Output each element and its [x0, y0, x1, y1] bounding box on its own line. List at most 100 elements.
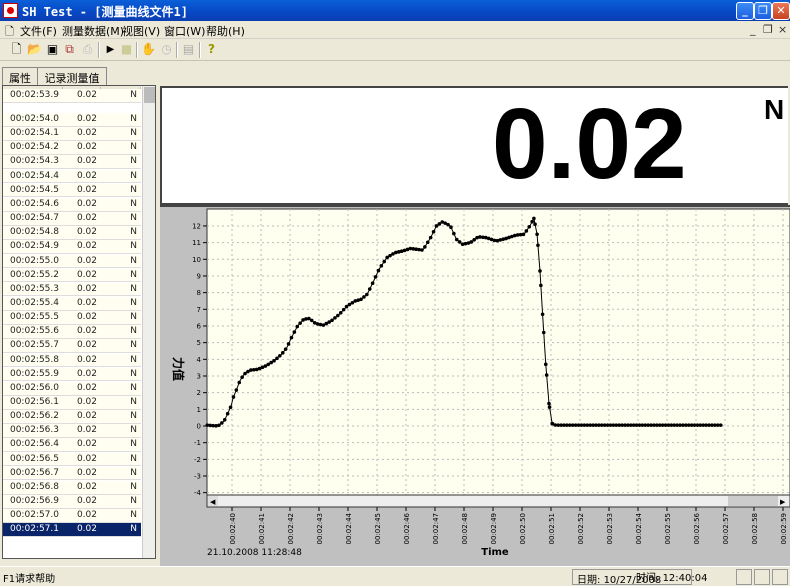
- cell-time: 00:02:54.7: [9, 213, 59, 224]
- table-row[interactable]: 00:02:56.4 0.02 N: [3, 438, 141, 453]
- save-icon[interactable]: ▣: [44, 41, 61, 58]
- measurement-table: 时间 力值 单位 00:02:53.90.02N00:02:54.00.02N0…: [2, 85, 156, 559]
- data-point: [283, 347, 288, 351]
- cell-time: 00:02:56.7: [9, 467, 59, 478]
- status-pane: [736, 569, 752, 585]
- table-row[interactable]: 00:02:54.3 0.02 N: [3, 155, 141, 170]
- table-row[interactable]: 00:02:56.7 0.02 N: [3, 466, 141, 481]
- table-row[interactable]: 00:02:55.9 0.02 N: [3, 367, 141, 382]
- table-row[interactable]: 00:02:55.2 0.02 N: [3, 268, 141, 283]
- scrollbar-thumb[interactable]: [728, 496, 778, 506]
- cell-unit: N: [130, 156, 137, 167]
- chart-horizontal-scrollbar[interactable]: [206, 494, 790, 508]
- cell-force: 0.02: [76, 227, 97, 238]
- table-row[interactable]: 00:02:57.1 0.02 N: [3, 523, 141, 538]
- table-row[interactable]: 00:02:56.9 0.02 N: [3, 495, 141, 509]
- data-point: [228, 405, 233, 410]
- data-point: [379, 264, 384, 268]
- y-tick-label: 2: [197, 389, 201, 397]
- mdi-minimize-button[interactable]: _: [750, 23, 756, 36]
- data-point: [524, 229, 529, 233]
- tab-recorded-values[interactable]: 记录测量值: [37, 67, 107, 85]
- help-icon[interactable]: ?: [203, 41, 220, 58]
- x-tick-label: 00:02:54: [635, 512, 643, 544]
- table-row[interactable]: 00:02:54.2 0.02 N: [3, 141, 141, 155]
- table-row[interactable]: 00:02:55.8 0.02 N: [3, 353, 141, 368]
- table-row[interactable]: 00:02:55.7 0.02 N: [3, 339, 141, 354]
- cell-unit: N: [130, 481, 137, 492]
- scrollbar-thumb[interactable]: [144, 87, 155, 103]
- data-point: [370, 281, 375, 286]
- mdi-restore-button[interactable]: ❐: [763, 23, 773, 36]
- table-row[interactable]: 00:02:53.9 0.02 N: [3, 89, 141, 103]
- table-row[interactable]: 00:02:56.8 0.02 N: [3, 480, 141, 495]
- cell-unit: N: [130, 114, 137, 124]
- copy-icon[interactable]: ⧉: [61, 41, 78, 58]
- table-row[interactable]: 00:02:56.3 0.02 N: [3, 424, 141, 438]
- play-icon[interactable]: ▶: [102, 41, 119, 58]
- table-row[interactable]: 00:02:54.6 0.02 N: [3, 197, 141, 212]
- menu-help[interactable]: 帮助(H): [206, 23, 245, 39]
- x-tick-label: 00:02:58: [751, 513, 759, 544]
- menu-window[interactable]: 窗口(W): [164, 23, 205, 39]
- data-point: [527, 224, 532, 229]
- table-row[interactable]: 00:02:54.1 0.02 N: [3, 127, 141, 141]
- table-row[interactable]: 00:02:56.1 0.02 N: [3, 396, 141, 410]
- menu-view[interactable]: 视图(V): [122, 23, 160, 39]
- menu-file[interactable]: 文件(F): [20, 23, 57, 39]
- data-point: [423, 245, 427, 249]
- toolbar: 🗋 📂 ▣ ⧉ ⎙ ▶ ■ ✋ ◷ ▤ ?: [0, 39, 790, 61]
- y-tick-label: -2: [194, 456, 201, 464]
- data-point: [240, 375, 244, 379]
- hand-icon[interactable]: ✋: [140, 41, 157, 58]
- x-tick-label: 00:02:47: [432, 513, 440, 544]
- data-point: [420, 248, 424, 252]
- data-point: [333, 316, 337, 320]
- data-point: [469, 240, 474, 244]
- table-row[interactable]: 00:02:54.4 0.02 N: [3, 169, 141, 184]
- window-title: SH Test - [测量曲线文件1]: [22, 5, 188, 19]
- table-row[interactable]: 00:02:55.0 0.02 N: [3, 254, 141, 269]
- clock-icon[interactable]: ◷: [158, 41, 175, 58]
- table-row[interactable]: 00:02:54.0 0.02 N: [3, 113, 141, 127]
- y-tick-label: 6: [197, 322, 202, 330]
- table-scrollbar[interactable]: [142, 86, 155, 558]
- new-file-icon[interactable]: 🗋: [8, 41, 25, 58]
- table-row[interactable]: 00:02:54.9 0.02 N: [3, 240, 141, 255]
- close-button[interactable]: ✕: [772, 2, 790, 20]
- app-icon[interactable]: [3, 3, 18, 18]
- table-row[interactable]: 00:02:54.8 0.02 N: [3, 226, 141, 240]
- table-row[interactable]: 00:02:55.4 0.02 N: [3, 296, 141, 311]
- data-point: [341, 307, 346, 312]
- minimize-button[interactable]: _: [736, 2, 754, 20]
- status-pane: [772, 569, 788, 585]
- table-row[interactable]: 00:02:57.0 0.02 N: [3, 509, 141, 523]
- mdi-close-button[interactable]: ×: [778, 23, 787, 36]
- table-row[interactable]: 00:02:55.5 0.02 N: [3, 311, 141, 325]
- menu-measure-data[interactable]: 测量数据(M): [62, 23, 124, 39]
- open-folder-icon[interactable]: 📂: [26, 41, 43, 58]
- cell-unit: N: [130, 128, 137, 139]
- data-point: [336, 313, 340, 318]
- data-point: [536, 243, 540, 248]
- data-point: [373, 275, 378, 279]
- table-row[interactable]: 00:02:55.3 0.02 N: [3, 282, 141, 297]
- table-row[interactable]: 00:02:56.0 0.02 N: [3, 381, 141, 396]
- cell-force: 0.02: [76, 156, 97, 167]
- table-row[interactable]: 00:02:55.6 0.02 N: [3, 325, 141, 339]
- cell-force: 0.02: [76, 510, 97, 521]
- data-point: [544, 373, 549, 377]
- table-row[interactable]: 00:02:56.2 0.02 N: [3, 410, 141, 424]
- cell-time: 00:02:54.5: [9, 184, 59, 195]
- data-point: [278, 354, 282, 358]
- table-row[interactable]: 00:02:54.5 0.02 N: [3, 183, 141, 198]
- tab-properties[interactable]: 属性: [2, 67, 38, 85]
- table-row[interactable]: 00:02:54.7 0.02 N: [3, 212, 141, 226]
- stop-icon[interactable]: ■: [118, 41, 135, 58]
- cell-force: 0.02: [76, 198, 97, 209]
- restore-button[interactable]: ❐: [754, 2, 772, 20]
- print-icon[interactable]: ⎙: [79, 41, 96, 58]
- data-point: [382, 259, 387, 264]
- table-row[interactable]: 00:02:56.5 0.02 N: [3, 452, 141, 467]
- window-icon[interactable]: ▤: [180, 41, 197, 58]
